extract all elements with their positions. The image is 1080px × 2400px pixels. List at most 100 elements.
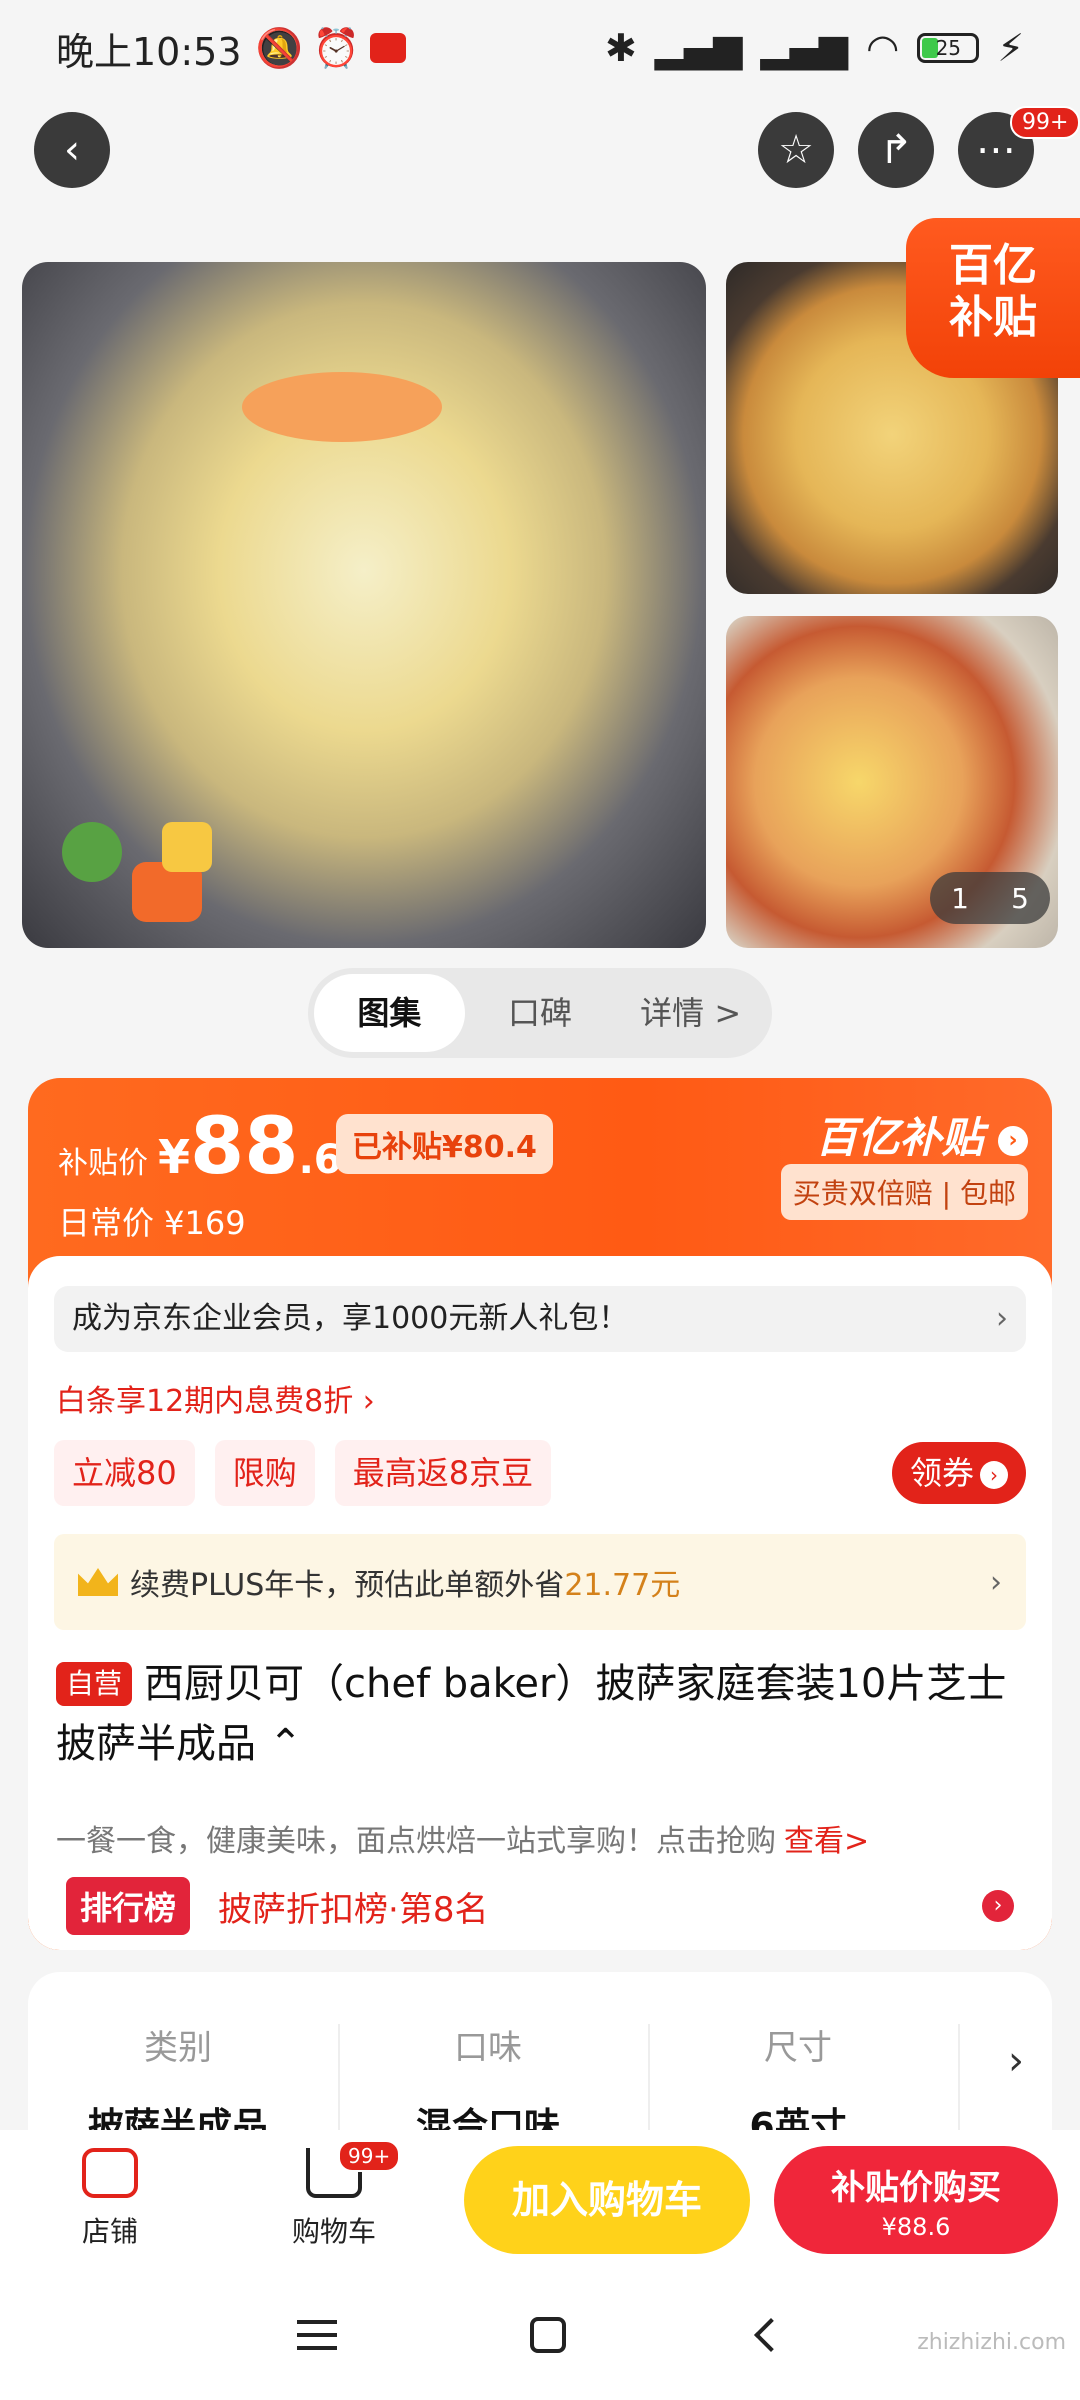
slogan-text: 一餐一食，健康美味，面点烘焙一站式享购！点击抢购: [56, 1824, 776, 1859]
tab-details[interactable]: 详情 >: [615, 974, 766, 1052]
promo-chips: 立减80 限购 最高返8京豆: [54, 1440, 552, 1506]
more-icon: ⋯: [976, 127, 1016, 173]
ranking-text: 披萨折扣榜·第8名: [218, 1889, 489, 1930]
spec-value: 6英寸: [749, 2106, 847, 2132]
product-title[interactable]: 自营 西厨贝可（chef baker）披萨家庭套装10片芝士披萨半成品 ⌃: [56, 1654, 1016, 1774]
price-currency: ¥: [158, 1130, 191, 1184]
chevron-right-icon[interactable]: ›: [1008, 2038, 1024, 2084]
wifi-icon: ◠: [866, 26, 900, 70]
home-icon[interactable]: [529, 2317, 566, 2353]
buy-button-label: 补贴价购买: [831, 2168, 1001, 2208]
status-bar: 晚上10:53 🔕 ⏰ ✱ ▂▄▆ ▂▄▆ ◠ 25 ⚡: [0, 0, 1080, 96]
promo-chip[interactable]: 立减80: [54, 1440, 195, 1506]
tab-gallery[interactable]: 图集: [314, 974, 465, 1052]
buy-now-button[interactable]: 补贴价购买 ¥88.6: [774, 2146, 1058, 2254]
spec-key: 类别: [144, 2028, 212, 2068]
product-info-panel: 成为京东企业会员，享1000元新人礼包！ › 白条享12期内息费8折 › 立减8…: [28, 1256, 1052, 1950]
promo-chip[interactable]: 最高返8京豆: [334, 1440, 552, 1506]
product-gallery[interactable]: 百亿 补贴 1 5: [22, 218, 1080, 948]
product-title-text: 西厨贝可（chef baker）披萨家庭套装10片芝士披萨半成品 ⌃: [56, 1661, 1007, 1767]
chevron-left-icon: ‹: [64, 127, 80, 173]
gallery-tabs: 图集 口碑 详情 >: [308, 968, 772, 1058]
battery-icon: 25: [917, 33, 980, 63]
buy-button-price: ¥88.6: [881, 2213, 951, 2241]
favorite-button[interactable]: ☆: [758, 112, 834, 188]
ranking-row[interactable]: 排行榜 披萨折扣榜·第8名 ›: [66, 1876, 1014, 1936]
brand-subsidy-link[interactable]: 百亿补贴 ›: [815, 1104, 1028, 1165]
add-to-cart-button[interactable]: 加入购物车: [464, 2146, 750, 2254]
status-left-icons: 🔕 ⏰: [256, 26, 407, 71]
cart-badge: 99+: [338, 2140, 401, 2172]
ranking-badge: 排行榜: [66, 1877, 191, 1935]
spec-flavor: 口味 混合口味: [338, 2020, 638, 2132]
product-specs[interactable]: 类别 披萨半成品 口味 混合口味 尺寸 6英寸 ›: [28, 1972, 1052, 2132]
corner-badge-line1: 百亿: [949, 240, 1037, 291]
cart-label: 购物车: [291, 2215, 376, 2248]
chevron-right-icon: ›: [996, 1301, 1008, 1336]
spec-value: 披萨半成品: [87, 2106, 268, 2132]
coupon-button-label: 领券: [909, 1454, 974, 1492]
product-slogan: 一餐一食，健康美味，面点烘焙一站式享购！点击抢购 查看>: [56, 1816, 869, 1860]
tab-reviews[interactable]: 口碑: [465, 974, 616, 1052]
brand-subsidy-label: 百亿补贴: [815, 1113, 984, 1162]
spec-category: 类别 披萨半成品: [28, 2020, 328, 2132]
star-icon: ☆: [778, 127, 814, 173]
price-row: 补贴价 ¥ 88 .6: [58, 1108, 342, 1186]
price-card: 补贴价 ¥ 88 .6 已补贴¥80.4 日常价 ¥169 百亿补贴 › 买贵双…: [28, 1078, 1052, 1950]
plus-membership-banner[interactable]: 续费PLUS年卡，预估此单额外省 21.77元 ›: [54, 1534, 1026, 1630]
signal-icon: ▂▄▆: [654, 26, 743, 70]
spec-key: 尺寸: [764, 2028, 832, 2068]
get-coupon-button[interactable]: 领券 ›: [891, 1442, 1026, 1504]
mute-icon: 🔕: [255, 25, 303, 70]
store-icon: [82, 2148, 138, 2198]
bottom-action-bar: 店铺 99+ 购物车 加入购物车 补贴价购买 ¥88.6: [0, 2130, 1080, 2270]
daily-price: 日常价 ¥169: [58, 1204, 246, 1242]
chevron-right-icon: ›: [998, 1125, 1028, 1156]
alarm-icon: ⏰: [312, 25, 361, 70]
app-notification-icon: [370, 33, 407, 63]
share-button[interactable]: ↱: [858, 112, 934, 188]
brand-guarantee: 买贵双倍赔 | 包邮: [780, 1164, 1028, 1220]
self-operated-tag: 自营: [56, 1662, 133, 1706]
chevron-right-icon: ›: [980, 1461, 1008, 1489]
subsidy-corner-badge: 百亿 补贴: [906, 218, 1080, 378]
status-right-icons: ✱ ▂▄▆ ▂▄▆ ◠ 25 ⚡: [605, 26, 1024, 70]
counter-total: 5: [1011, 881, 1029, 915]
plus-banner-text: 续费PLUS年卡，预估此单额外省: [130, 1568, 565, 1603]
cart-button[interactable]: 99+ 购物车: [274, 2140, 401, 2250]
store-label: 店铺: [81, 2215, 138, 2248]
price-label: 补贴价: [58, 1146, 148, 1181]
image-detail: [242, 372, 442, 442]
main-product-image[interactable]: [22, 262, 706, 948]
promo-chip[interactable]: 限购: [214, 1440, 315, 1506]
more-badge: 99+: [1010, 106, 1080, 139]
charging-icon: ⚡: [997, 26, 1024, 70]
signal-hd-icon: ▂▄▆: [760, 26, 849, 70]
image-detail: [62, 822, 122, 882]
plus-savings-amount: 21.77元: [564, 1568, 681, 1603]
image-detail: [162, 822, 212, 872]
price-integer: 88: [190, 1102, 299, 1192]
back-button[interactable]: ‹: [34, 112, 110, 188]
chevron-right-icon: ›: [982, 1890, 1014, 1922]
menu-icon[interactable]: [296, 2320, 337, 2350]
spec-key: 口味: [454, 2028, 522, 2068]
spec-value: 混合口味: [415, 2106, 560, 2132]
watermark: zhizhizhi.com: [917, 2330, 1066, 2355]
store-button[interactable]: 店铺: [50, 2148, 170, 2250]
spec-divider: [958, 2024, 960, 2132]
member-banner-text: 成为京东企业会员，享1000元新人礼包！: [72, 1301, 629, 1336]
baitiao-offer[interactable]: 白条享12期内息费8折 ›: [56, 1376, 375, 1420]
view-more-link[interactable]: 查看>: [784, 1824, 869, 1859]
status-time: 晚上10:53: [56, 29, 242, 74]
chevron-right-icon: ›: [990, 1564, 1002, 1600]
corner-badge-line2: 补贴: [949, 292, 1037, 343]
share-icon: ↱: [879, 127, 913, 173]
spec-size: 尺寸 6英寸: [648, 2020, 948, 2132]
subsidized-amount: 已补贴¥80.4: [336, 1114, 553, 1174]
enterprise-member-banner[interactable]: 成为京东企业会员，享1000元新人礼包！ ›: [54, 1286, 1026, 1352]
bluetooth-icon: ✱: [604, 26, 637, 70]
back-icon[interactable]: [754, 2318, 789, 2352]
counter-current: 1: [951, 881, 969, 915]
crown-icon: [78, 1568, 118, 1596]
